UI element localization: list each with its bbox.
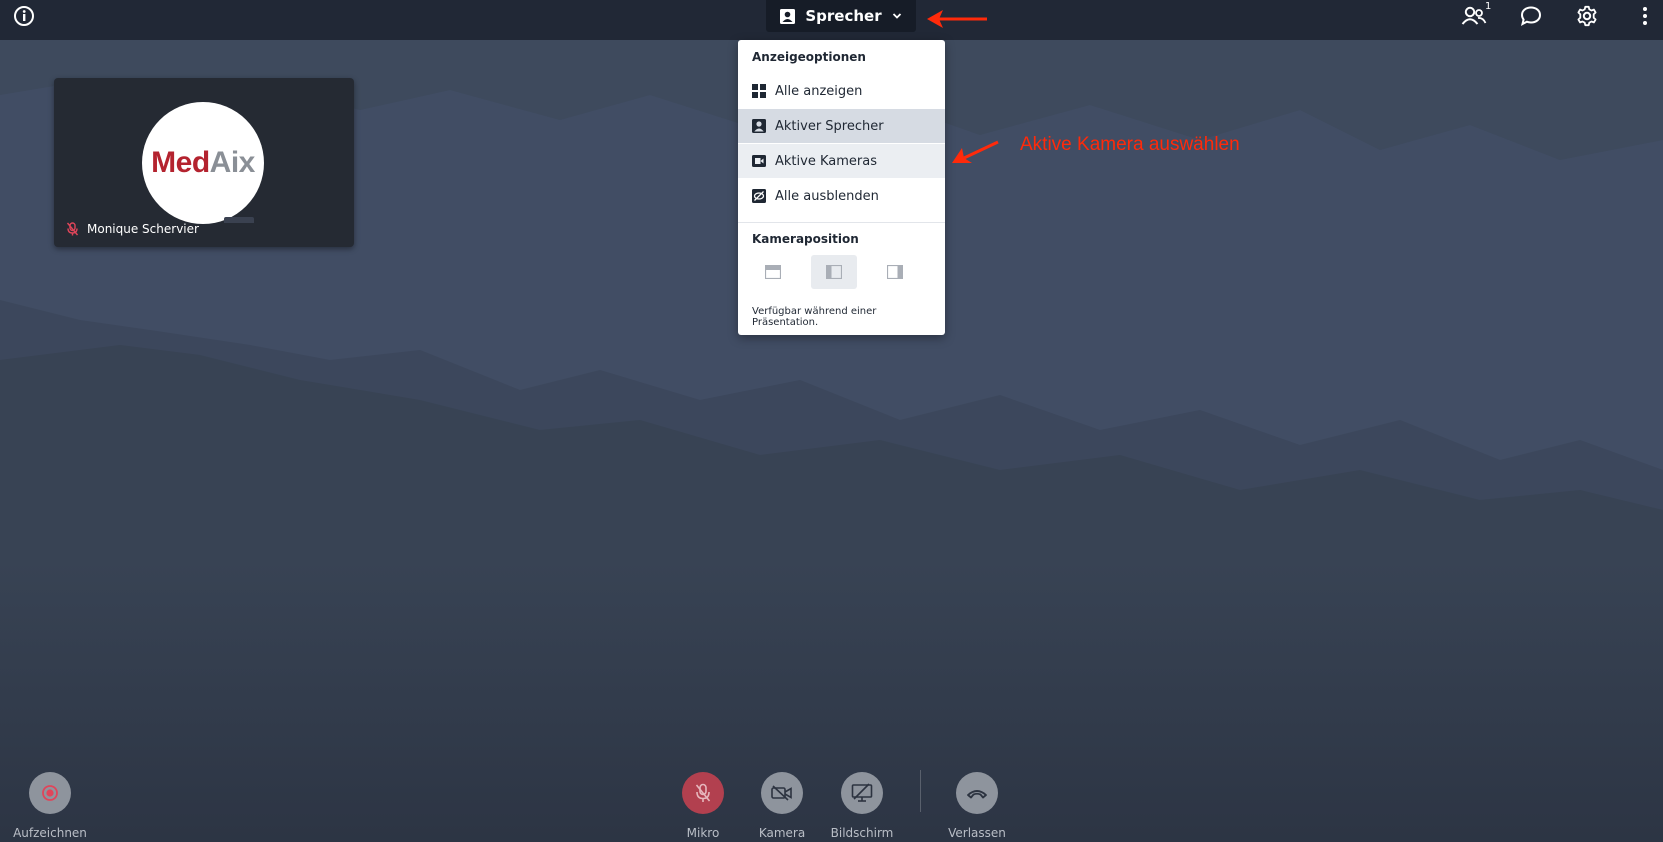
record-icon: [42, 785, 58, 801]
participant-video-tile[interactable]: Med Aix Monique Schervier: [54, 78, 354, 247]
leave-label: Verlassen: [948, 826, 1006, 840]
annotation-text: Aktive Kamera auswählen: [1020, 134, 1240, 155]
screen-share-button[interactable]: [841, 772, 883, 814]
view-options-dropdown: Anzeigeoptionen Alle anzeigen Aktiver Sp…: [738, 40, 945, 335]
more-vertical-icon: [1643, 7, 1647, 25]
mic-label: Mikro: [686, 826, 720, 840]
more-options-button[interactable]: [1629, 0, 1661, 32]
menu-item-label: Aktiver Sprecher: [775, 118, 884, 134]
mic-button[interactable]: [682, 772, 724, 814]
controls-divider: [920, 770, 921, 812]
leave-button[interactable]: [956, 772, 998, 814]
logo-text-med: Med: [151, 146, 210, 179]
camera-button[interactable]: [761, 772, 803, 814]
menu-item-label: Aktive Kameras: [775, 153, 877, 169]
chevron-down-icon: [892, 13, 901, 19]
camera-label: Kamera: [758, 826, 806, 840]
record-button[interactable]: [29, 772, 71, 814]
chat-icon: [1520, 6, 1542, 26]
menu-item-active-speaker[interactable]: Aktiver Sprecher: [738, 109, 945, 143]
camera-position-left-button[interactable]: [811, 255, 857, 289]
layout-right-icon: [887, 265, 903, 279]
annotation-arrow-menu: [952, 140, 999, 163]
dropdown-divider: [738, 222, 945, 223]
info-button[interactable]: [8, 0, 40, 32]
speaker-icon: [752, 119, 766, 133]
camera-position-heading: Kameraposition: [752, 232, 859, 246]
avatar-status-tab: [224, 217, 254, 223]
camera-position-top-button[interactable]: [750, 255, 796, 289]
layout-top-icon: [765, 265, 781, 279]
view-mode-button[interactable]: Sprecher: [766, 0, 916, 32]
participant-name-tag: Monique Schervier: [66, 222, 199, 236]
participants-count-badge: 1: [1485, 1, 1492, 12]
mic-off-icon: [695, 783, 711, 802]
camera-position-right-button[interactable]: [872, 255, 918, 289]
view-mode-label: Sprecher: [805, 7, 882, 25]
grid-icon: [752, 84, 766, 98]
menu-item-label: Alle ausblenden: [775, 188, 879, 204]
display-options-heading: Anzeigeoptionen: [752, 50, 866, 64]
menu-item-active-cameras[interactable]: Aktive Kameras: [738, 144, 945, 178]
hang-up-icon: [967, 790, 987, 799]
screen-share-off-icon: [851, 783, 873, 802]
camera-position-note: Verfügbar während einer Präsentation.: [752, 306, 877, 328]
camera-off-icon: [771, 785, 792, 801]
menu-item-hide-all[interactable]: Alle ausblenden: [738, 179, 945, 213]
info-icon: [14, 6, 34, 26]
menu-item-label: Alle anzeigen: [775, 83, 863, 99]
annotation-arrow-top: [927, 10, 987, 28]
screen-share-label: Bildschirm: [830, 826, 894, 840]
record-label: Aufzeichnen: [13, 826, 87, 840]
participants-icon: [1461, 6, 1487, 25]
mic-muted-icon: [66, 222, 79, 236]
hide-icon: [752, 189, 766, 203]
menu-item-show-all[interactable]: Alle anzeigen: [738, 74, 945, 108]
participant-avatar: Med Aix: [142, 102, 264, 224]
camera-icon: [752, 155, 766, 167]
speaker-view-icon: [780, 8, 796, 24]
participant-name: Monique Schervier: [87, 222, 199, 236]
logo-text-aix: Aix: [209, 146, 256, 179]
settings-button[interactable]: [1571, 0, 1603, 32]
chat-button[interactable]: [1515, 0, 1547, 32]
layout-left-icon: [826, 265, 842, 279]
gear-icon: [1577, 5, 1597, 27]
